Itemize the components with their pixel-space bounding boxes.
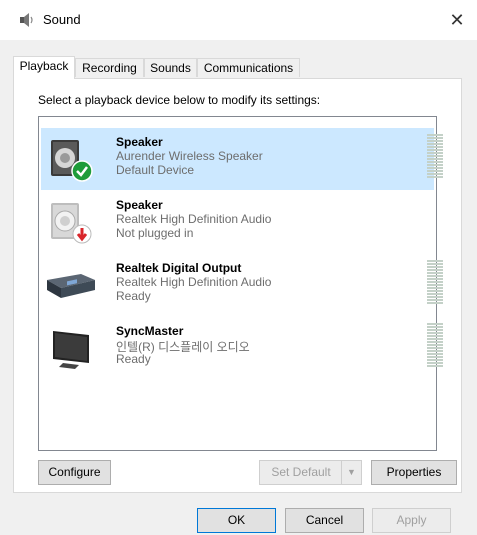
meter-bar: [427, 149, 443, 151]
volume-meter: [427, 134, 443, 180]
cancel-button[interactable]: Cancel: [285, 508, 364, 533]
device-name: Speaker: [116, 198, 163, 212]
device-item[interactable]: Speaker Aurender Wireless Speaker Defaul…: [41, 128, 443, 190]
device-name: SyncMaster: [116, 324, 184, 338]
playback-panel: Select a playback device below to modify…: [13, 78, 462, 493]
meter-bar: [427, 287, 443, 289]
meter-bar: [427, 167, 443, 169]
volume-meter: [427, 323, 443, 369]
meter-bar: [427, 332, 443, 334]
device-item[interactable]: SyncMaster 인텔(R) 디스플레이 오디오 Ready: [41, 317, 443, 379]
meter-bar: [427, 278, 443, 280]
dialog-body: Playback Recording Sounds Communications…: [0, 40, 477, 535]
meter-bar: [427, 269, 443, 271]
device-status: Ready: [116, 289, 151, 303]
meter-bar: [427, 356, 443, 358]
device-name: Realtek Digital Output: [116, 261, 242, 275]
digital-output-icon: [47, 274, 95, 298]
meter-bar: [427, 299, 443, 301]
window-title: Sound: [43, 12, 81, 27]
set-default-button[interactable]: Set Default ▼: [259, 460, 362, 485]
meter-bar: [427, 326, 443, 328]
apply-button[interactable]: Apply: [372, 508, 451, 533]
device-description: Realtek High Definition Audio: [116, 275, 272, 289]
device-status: Ready: [116, 352, 151, 366]
meter-bar: [427, 296, 443, 298]
device-description: Realtek High Definition Audio: [116, 212, 272, 226]
meter-bar: [427, 284, 443, 286]
device-item[interactable]: Realtek Digital Output Realtek High Defi…: [41, 254, 443, 316]
meter-bar: [427, 260, 443, 262]
properties-button[interactable]: Properties: [371, 460, 457, 485]
device-name: Speaker: [116, 135, 163, 149]
meter-bar: [427, 323, 443, 325]
set-default-label: Set Default: [271, 465, 331, 479]
meter-bar: [427, 344, 443, 346]
meter-bar: [427, 143, 443, 145]
speaker-app-icon: [20, 13, 33, 27]
device-item[interactable]: Speaker Realtek High Definition Audio No…: [41, 191, 434, 253]
tab-playback[interactable]: Playback: [13, 56, 75, 79]
device-status: Not plugged in: [116, 226, 194, 240]
meter-bar: [427, 341, 443, 343]
meter-bar: [427, 275, 443, 277]
meter-bar: [427, 158, 443, 160]
green-check-badge: [71, 160, 93, 182]
title-bar: Sound ✕: [0, 0, 477, 40]
meter-bar: [427, 146, 443, 148]
meter-bar: [427, 266, 443, 268]
meter-bar: [427, 140, 443, 142]
meter-bar: [427, 272, 443, 274]
meter-bar: [427, 281, 443, 283]
meter-bar: [427, 134, 443, 136]
close-icon: ✕: [449, 9, 465, 30]
volume-meter: [427, 260, 443, 306]
meter-bar: [427, 353, 443, 355]
meter-bar: [427, 176, 443, 178]
meter-bar: [427, 170, 443, 172]
ok-button[interactable]: OK: [197, 508, 276, 533]
meter-bar: [427, 359, 443, 361]
speaker-icon: [51, 140, 93, 182]
instruction-text: Select a playback device below to modify…: [38, 93, 321, 107]
meter-bar: [427, 173, 443, 175]
meter-bar: [427, 362, 443, 364]
meter-bar: [427, 161, 443, 163]
meter-bar: [427, 290, 443, 292]
configure-button[interactable]: Configure: [38, 460, 111, 485]
tab-sounds[interactable]: Sounds: [144, 58, 197, 77]
meter-bar: [427, 137, 443, 139]
monitor-icon: [53, 331, 89, 369]
device-status: Default Device: [116, 163, 195, 177]
close-button[interactable]: ✕: [437, 6, 477, 34]
meter-bar: [427, 329, 443, 331]
meter-bar: [427, 350, 443, 352]
meter-bar: [427, 155, 443, 157]
meter-bar: [427, 347, 443, 349]
chevron-down-icon[interactable]: ▼: [341, 461, 361, 484]
meter-bar: [427, 263, 443, 265]
meter-bar: [427, 152, 443, 154]
meter-bar: [427, 335, 443, 337]
meter-bar: [427, 302, 443, 304]
tab-recording[interactable]: Recording: [75, 58, 144, 77]
device-description: Aurender Wireless Speaker: [116, 149, 263, 163]
meter-bar: [427, 365, 443, 367]
meter-bar: [427, 293, 443, 295]
tab-communications[interactable]: Communications: [197, 58, 300, 77]
meter-bar: [427, 338, 443, 340]
meter-bar: [427, 164, 443, 166]
device-list[interactable]: Speaker Aurender Wireless Speaker Defaul…: [38, 116, 443, 451]
speaker-icon: [51, 203, 92, 244]
